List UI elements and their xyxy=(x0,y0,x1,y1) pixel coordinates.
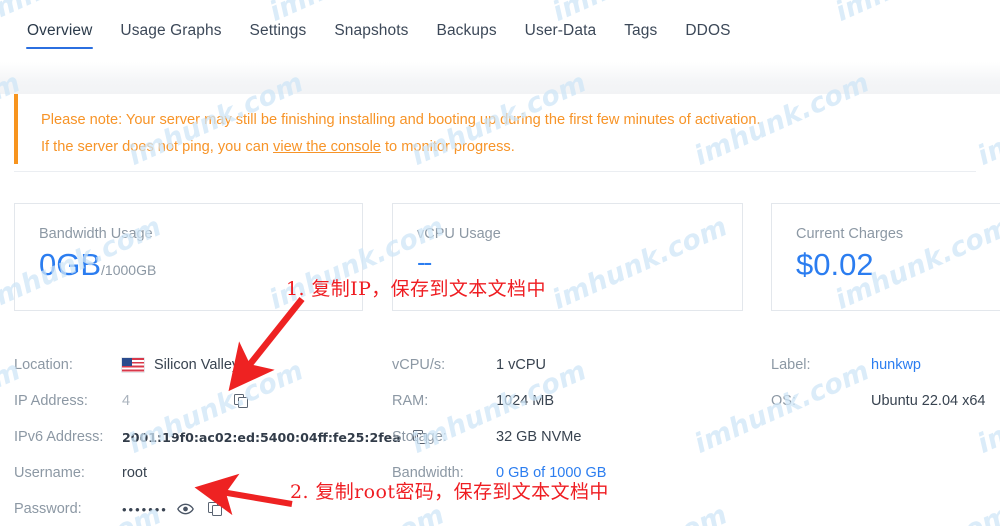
tab-label: Snapshots xyxy=(334,22,409,39)
detail-value: 4 xyxy=(122,393,131,409)
tab-tags[interactable]: Tags xyxy=(610,0,671,56)
detail-row-password: Password: ••••••• xyxy=(14,491,384,527)
detail-label: Storage: xyxy=(392,429,447,445)
detail-row-ip-address: IP Address: 4 xyxy=(14,383,384,419)
tab-overview[interactable]: Overview xyxy=(13,0,106,56)
tab-settings[interactable]: Settings xyxy=(236,0,321,56)
detail-row-bandwidth: Bandwidth: 0 GB of 1000 GB xyxy=(392,455,762,491)
notice-line-2: If the server does not ping, you can vie… xyxy=(41,128,976,155)
server-label-link[interactable]: hunkwp xyxy=(871,357,921,373)
tab-label: User-Data xyxy=(524,22,597,39)
us-flag-icon xyxy=(122,358,144,372)
watermark-text: imhunk.com xyxy=(831,499,1000,526)
detail-label: IP Address: xyxy=(14,393,88,409)
detail-label: IPv6 Address: xyxy=(14,429,104,445)
detail-value: Silicon Valley xyxy=(122,357,239,373)
notice-divider xyxy=(14,171,976,172)
detail-row-ipv6-address: IPv6 Address: 2001:19f0:ac02:ed:5400:04f… xyxy=(14,419,427,455)
card-title: Current Charges xyxy=(796,226,904,242)
tab-list: Overview Usage Graphs Settings Snapshots… xyxy=(0,0,1000,62)
card-value: -- xyxy=(417,247,432,277)
card-title: Bandwidth Usage xyxy=(39,226,153,242)
copy-password-icon[interactable] xyxy=(207,501,223,517)
card-value-suffix: /1000GB xyxy=(101,262,157,278)
tab-user-data[interactable]: User-Data xyxy=(511,0,611,56)
view-console-link[interactable]: view the console xyxy=(273,139,381,155)
detail-label: Password: xyxy=(14,501,82,517)
detail-row-vcpus: vCPU/s: 1 vCPU xyxy=(392,347,762,383)
detail-row-location: Location: Silicon Valley xyxy=(14,347,384,383)
tab-usage-graphs[interactable]: Usage Graphs xyxy=(106,0,235,56)
detail-value: 1024 MB xyxy=(496,393,555,409)
header-shade xyxy=(0,62,1000,94)
tab-label: Usage Graphs xyxy=(120,22,222,39)
tab-label: Settings xyxy=(249,22,307,39)
detail-label: Label: xyxy=(771,357,811,373)
detail-row-storage: Storage: 32 GB NVMe xyxy=(392,419,762,455)
notice-line-2-prefix: If the server does not ping, you can xyxy=(41,139,274,155)
card-title: vCPU Usage xyxy=(417,226,501,242)
tab-label: DDOS xyxy=(685,22,731,39)
tab-backups[interactable]: Backups xyxy=(423,0,511,56)
card-current-charges: Current Charges $0.02 xyxy=(771,203,1000,311)
notice-banner: Please note: Your server may still be fi… xyxy=(14,94,976,164)
password-masked-value: ••••••• xyxy=(122,501,168,517)
notice-line-1: Please note: Your server may still be fi… xyxy=(41,112,761,128)
detail-label: vCPU/s: xyxy=(392,357,446,373)
detail-label: RAM: xyxy=(392,393,429,409)
tab-ddos[interactable]: DDOS xyxy=(671,0,744,56)
detail-label: Bandwidth: xyxy=(392,465,464,481)
show-password-eye-icon[interactable] xyxy=(176,503,194,515)
detail-value: ••••••• xyxy=(122,501,223,517)
detail-value: 32 GB NVMe xyxy=(496,429,582,445)
card-bandwidth-usage: Bandwidth Usage 0GB/1000GB xyxy=(14,203,363,311)
tab-label: Tags xyxy=(624,22,658,39)
details-column-left: Location: Silicon Valley IP Address: 4 I… xyxy=(14,347,427,527)
detail-value: 2001:19f0:ac02:ed:5400:04ff:fe25:2fea xyxy=(122,429,401,445)
card-value: $0.02 xyxy=(796,247,874,282)
tab-bar: Overview Usage Graphs Settings Snapshots… xyxy=(0,0,1000,62)
detail-row-username: Username: root xyxy=(14,455,384,491)
detail-label: Location: xyxy=(14,357,73,373)
detail-row-os: OS: Ubuntu 22.04 x64 xyxy=(771,383,1000,419)
details-column-right: Label: hunkwp OS: Ubuntu 22.04 x64 xyxy=(771,347,1000,419)
detail-value: Ubuntu 22.04 x64 xyxy=(871,393,986,409)
card-value-main: 0GB xyxy=(39,247,102,282)
detail-row-ram: RAM: 1024 MB xyxy=(392,383,762,419)
card-value: 0GB/1000GB xyxy=(39,249,362,280)
detail-label: Username: xyxy=(14,465,85,481)
detail-value: root xyxy=(122,465,147,481)
detail-value: 1 vCPU xyxy=(496,357,546,373)
tab-label: Overview xyxy=(27,22,93,39)
card-vcpu-usage: vCPU Usage -- xyxy=(392,203,743,311)
notice-line-2-suffix: to monitor progress. xyxy=(380,139,515,155)
detail-value: 0 GB of 1000 GB xyxy=(496,465,607,481)
copy-ip-address-icon[interactable] xyxy=(234,393,249,409)
watermark-text: imhunk.com xyxy=(548,499,732,526)
details-column-middle: vCPU/s: 1 vCPU RAM: 1024 MB Storage: 32 … xyxy=(392,347,762,491)
tab-label: Backups xyxy=(436,22,497,39)
detail-label: OS: xyxy=(771,393,796,409)
tab-snapshots[interactable]: Snapshots xyxy=(320,0,422,56)
location-text: Silicon Valley xyxy=(154,357,240,373)
detail-row-label: Label: hunkwp xyxy=(771,347,1000,383)
